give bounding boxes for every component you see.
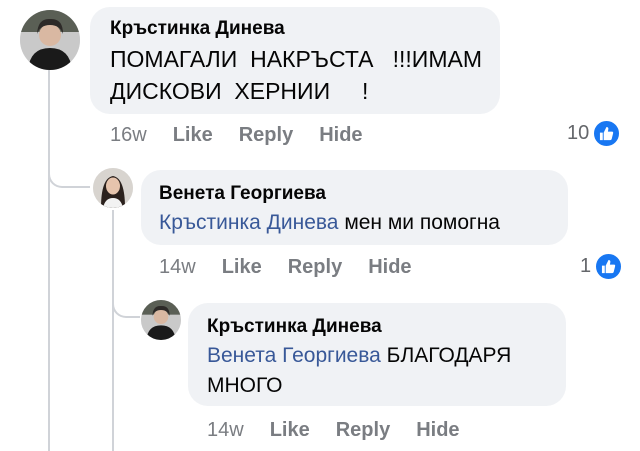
avatar[interactable] xyxy=(20,10,80,70)
reply-button[interactable]: Reply xyxy=(336,419,390,442)
avatar[interactable] xyxy=(93,168,133,208)
thread-connector-reply-2 xyxy=(112,280,140,318)
reaction-summary[interactable]: 1 xyxy=(580,252,624,281)
like-button[interactable]: Like xyxy=(222,256,262,279)
reaction-count: 10 xyxy=(567,122,590,144)
comment-timestamp[interactable]: 16w xyxy=(110,124,147,147)
avatar[interactable] xyxy=(141,300,181,340)
comment-text-line-1: Венета Георгиева БЛАГОДАРЯ xyxy=(207,340,511,371)
hide-button[interactable]: Hide xyxy=(368,256,411,279)
like-button[interactable]: Like xyxy=(270,419,310,442)
thumbs-up-icon xyxy=(594,252,624,281)
hide-button[interactable]: Hide xyxy=(319,124,362,147)
comment-author[interactable]: Венета Георгиева xyxy=(159,183,326,205)
reaction-summary[interactable]: 10 xyxy=(567,119,622,148)
mention-link[interactable]: Кръстинка Динева xyxy=(159,211,338,234)
comment-text-line-1: ПОМАГАЛИ НАКРЪСТА !!!ИМАМ xyxy=(110,46,482,72)
comment-actions: 14w Like Reply Hide xyxy=(207,419,486,442)
comment-author[interactable]: Кръстинка Динева xyxy=(207,316,382,338)
thread-line-reply xyxy=(112,210,114,451)
comment-text: Кръстинка Динева мен ми помогна xyxy=(159,207,500,238)
reaction-count: 1 xyxy=(580,255,592,277)
reply-button[interactable]: Reply xyxy=(288,256,342,279)
comment-text-rest: мен ми помогна xyxy=(338,211,500,234)
thread-connector-reply-1 xyxy=(48,150,90,188)
comment-text-rest: БЛАГОДАРЯ xyxy=(380,344,512,367)
like-button[interactable]: Like xyxy=(173,124,213,147)
comment-timestamp[interactable]: 14w xyxy=(207,419,244,442)
comment-author[interactable]: Кръстинка Динева xyxy=(110,18,285,40)
comment-text-line-2: ДИСКОВИ ХЕРНИИ ! xyxy=(110,78,369,104)
comment-text-line-2: МНОГО xyxy=(207,374,283,397)
reply-button[interactable]: Reply xyxy=(239,124,293,147)
mention-link[interactable]: Венета Георгиева xyxy=(207,344,381,367)
comment-actions: 14w Like Reply Hide xyxy=(159,256,438,279)
comment-actions: 16w Like Reply Hide xyxy=(110,124,389,147)
comment-timestamp[interactable]: 14w xyxy=(159,256,196,279)
hide-button[interactable]: Hide xyxy=(416,419,459,442)
thread-line-main xyxy=(48,68,50,451)
thumbs-up-icon xyxy=(592,119,622,148)
